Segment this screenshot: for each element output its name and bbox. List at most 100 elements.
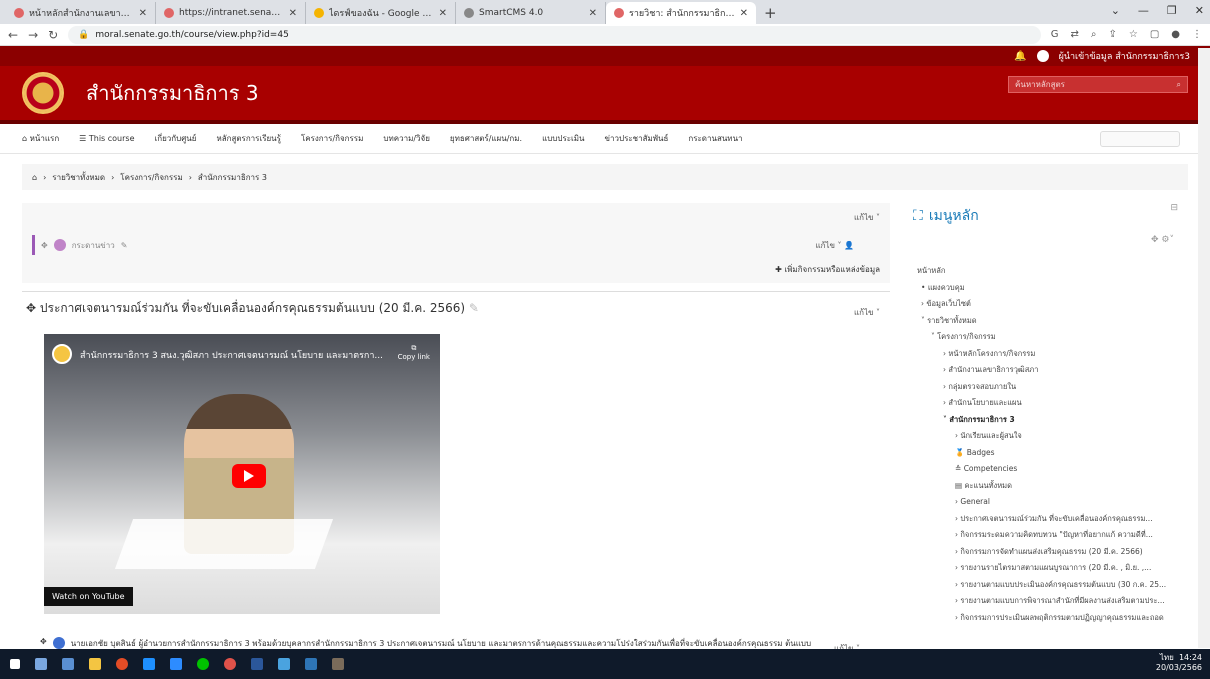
search-icon[interactable]: ⌕	[1177, 80, 1181, 90]
tab-search-icon[interactable]: ⌄	[1111, 4, 1120, 17]
minimize-icon[interactable]: —	[1138, 4, 1149, 17]
pencil-icon[interactable]: ✎	[469, 301, 479, 315]
nav-item-home[interactable]: ⌂ หน้าแรก	[22, 132, 59, 145]
tree-item[interactable]: 🏅 Badges	[917, 445, 1179, 462]
app-icon[interactable]	[332, 658, 344, 670]
profile-icon[interactable]: ●	[1171, 29, 1180, 40]
bell-icon[interactable]: 🔔	[1014, 51, 1026, 62]
taskview-icon[interactable]	[62, 658, 74, 670]
section-edit-menu[interactable]: แก้ไข ˅	[854, 306, 880, 319]
edge-icon[interactable]	[143, 658, 155, 670]
new-tab-button[interactable]: +	[756, 2, 785, 24]
tree-item[interactable]: › กิจกรรมการประเมินผลพฤติกรรมตามปฏิญญาคุ…	[917, 610, 1179, 627]
user-menu[interactable]: ผู้นำเข้าข้อมูล สำนักกรรมาธิการ3	[1059, 49, 1190, 63]
chrome-icon[interactable]	[116, 658, 128, 670]
tree-item[interactable]: › สำนักนโยบายและแผน	[917, 395, 1179, 412]
tree-item[interactable]: • แผงควบคุม	[917, 280, 1179, 297]
home-icon[interactable]: ⌂	[32, 173, 37, 182]
browser-tab[interactable]: SmartCMS 4.0 ✕	[456, 2, 606, 24]
collapse-block-icon[interactable]: ⊟	[1170, 203, 1178, 213]
browser-tab[interactable]: ไดรฟ์ของฉัน - Google ไดรฟ์ ✕	[306, 2, 456, 24]
nav-item-courses[interactable]: หลักสูตรการเรียนรู้	[216, 132, 281, 145]
play-button-icon[interactable]	[232, 464, 266, 488]
breadcrumb-item[interactable]: สำนักกรรมาธิการ 3	[198, 171, 267, 184]
nav-item-news[interactable]: ข่าวประชาสัมพันธ์	[605, 132, 669, 145]
forum-activity[interactable]: ✥ กระดานข่าว ✎	[32, 235, 892, 255]
tree-item[interactable]: ˅ โครงการ/กิจกรรม	[917, 329, 1179, 346]
page-scrollbar[interactable]	[1198, 48, 1210, 648]
translate-icon[interactable]: ⇄	[1070, 29, 1078, 40]
tree-item[interactable]: › หน้าหลักโครงการ/กิจกรรม	[917, 346, 1179, 363]
tree-item[interactable]: › รายงานรายไตรมาสตามแผนบูรณาการ (20 มี.ค…	[917, 560, 1179, 577]
sidepanel-icon[interactable]: ▢	[1150, 29, 1159, 40]
tree-item[interactable]: › รายงานตามแบบประเมินองค์กรคุณธรรมต้นแบบ…	[917, 577, 1179, 594]
tree-item[interactable]: หน้าหลัก	[917, 263, 1179, 280]
tree-item[interactable]: ≙ Competencies	[917, 461, 1179, 478]
reload-icon[interactable]: ↻	[48, 28, 58, 42]
close-icon[interactable]: ✕	[439, 8, 447, 19]
close-icon[interactable]: ✕	[289, 8, 297, 19]
app-icon[interactable]	[224, 658, 236, 670]
share-icon[interactable]: ⇪	[1108, 29, 1116, 40]
file-explorer-icon[interactable]	[89, 658, 101, 670]
activity-edit-menu[interactable]: แก้ไข ˅ 👤	[815, 239, 854, 252]
language-indicator[interactable]: ไทย	[1160, 653, 1174, 662]
app-icon[interactable]	[278, 658, 290, 670]
move-icon[interactable]: ✥	[41, 241, 48, 250]
breadcrumb-item[interactable]: รายวิชาทั้งหมด	[52, 171, 105, 184]
zoom-icon[interactable]: ⌕	[1091, 29, 1097, 40]
tree-item[interactable]: › กิจกรรมระดมความคิดทบทวน "ปัญหาที่อยากแ…	[917, 527, 1179, 544]
app-icon[interactable]	[170, 658, 182, 670]
word-icon[interactable]	[251, 658, 263, 670]
block-settings-icon[interactable]: ✥ ⚙˅	[1151, 235, 1174, 245]
add-activity-link[interactable]: ✚ เพิ่มกิจกรรมหรือแหล่งข้อมูล	[775, 263, 880, 276]
close-window-icon[interactable]: ✕	[1195, 4, 1204, 17]
system-clock[interactable]: ไทย 14:24 20/03/2566	[1156, 653, 1202, 673]
tree-item[interactable]: › ข้อมูลเว็บไซต์	[917, 296, 1179, 313]
close-icon[interactable]: ✕	[139, 8, 147, 19]
nav-item-forum[interactable]: กระดานสนทนา	[688, 132, 742, 145]
forward-icon[interactable]: →	[28, 28, 38, 42]
edit-menu[interactable]: แก้ไข ˅	[854, 211, 880, 224]
browser-tab[interactable]: หน้าหลักสำนักงานเลขาธิการวุฒิสภา ✕	[6, 2, 156, 24]
url-field[interactable]: 🔒 moral.senate.go.th/course/view.php?id=4…	[68, 25, 1041, 44]
restore-icon[interactable]: ❐	[1167, 4, 1177, 17]
tree-item[interactable]: ˅ รายวิชาทั้งหมด	[917, 313, 1179, 330]
browser-tab-active[interactable]: รายวิชา: สำนักกรรมาธิการ 3 ✕	[606, 2, 756, 24]
forum-link[interactable]: กระดานข่าว	[72, 239, 115, 252]
search-taskbar-icon[interactable]	[35, 658, 47, 670]
nav-item-assessment[interactable]: แบบประเมิน	[542, 132, 584, 145]
edit-mode-button[interactable]	[1100, 131, 1180, 147]
tree-item-current[interactable]: ˅ สำนักกรรมาธิการ 3	[917, 412, 1179, 429]
nav-item-about[interactable]: เกี่ยวกับศูนย์	[155, 132, 197, 145]
back-icon[interactable]: ←	[8, 28, 18, 42]
avatar[interactable]	[1036, 50, 1049, 62]
close-icon[interactable]: ✕	[589, 8, 597, 19]
tree-item[interactable]: › รายงานตามแบบการพิจารณาสำนักที่มีผลงานส…	[917, 593, 1179, 610]
mail-icon[interactable]	[305, 658, 317, 670]
tree-item[interactable]: › นักเรียนและผู้สนใจ	[917, 428, 1179, 445]
tree-item[interactable]: › General	[917, 494, 1179, 511]
close-icon[interactable]: ✕	[740, 8, 748, 19]
course-search-input[interactable]: ค้นหาหลักสูตร ⌕	[1008, 76, 1188, 93]
menu-icon[interactable]: ⋮	[1192, 29, 1202, 40]
copy-link-button[interactable]: ⧉ Copy link	[398, 344, 430, 361]
nav-item-this-course[interactable]: ☰ This course	[79, 134, 134, 143]
tree-item[interactable]: › สำนักงานเลขาธิการวุฒิสภา	[917, 362, 1179, 379]
youtube-embed[interactable]: สำนักกรรมาธิการ 3 สนง.วุฒิสภา ประกาศเจตน…	[44, 334, 440, 614]
pencil-icon[interactable]: ✎	[121, 241, 128, 250]
breadcrumb-item[interactable]: โครงการ/กิจกรรม	[120, 171, 182, 184]
tree-item[interactable]: › กิจกรรมการจัดทำแผนส่งเสริมคุณธรรม (20 …	[917, 544, 1179, 561]
browser-tab[interactable]: https://intranet.senate.go.th/vie ✕	[156, 2, 306, 24]
tree-item[interactable]: › กลุ่มตรวจสอบภายใน	[917, 379, 1179, 396]
line-icon[interactable]	[197, 658, 209, 670]
nav-item-projects[interactable]: โครงการ/กิจกรรม	[301, 132, 363, 145]
star-icon[interactable]: ☆	[1129, 29, 1138, 40]
google-icon[interactable]: G	[1051, 29, 1059, 40]
nav-item-articles[interactable]: บทความ/วิจัย	[383, 132, 430, 145]
start-icon[interactable]	[10, 659, 20, 669]
tree-item[interactable]: ▤ คะแนนทั้งหมด	[917, 478, 1179, 495]
tree-item[interactable]: › ประกาศเจตนารมณ์ร่วมกัน ที่จะขับเคลื่อน…	[917, 511, 1179, 528]
nav-item-strategy[interactable]: ยุทธศาสตร์/แผน/กม.	[450, 132, 522, 145]
watch-on-youtube-button[interactable]: Watch on YouTube	[44, 587, 133, 606]
